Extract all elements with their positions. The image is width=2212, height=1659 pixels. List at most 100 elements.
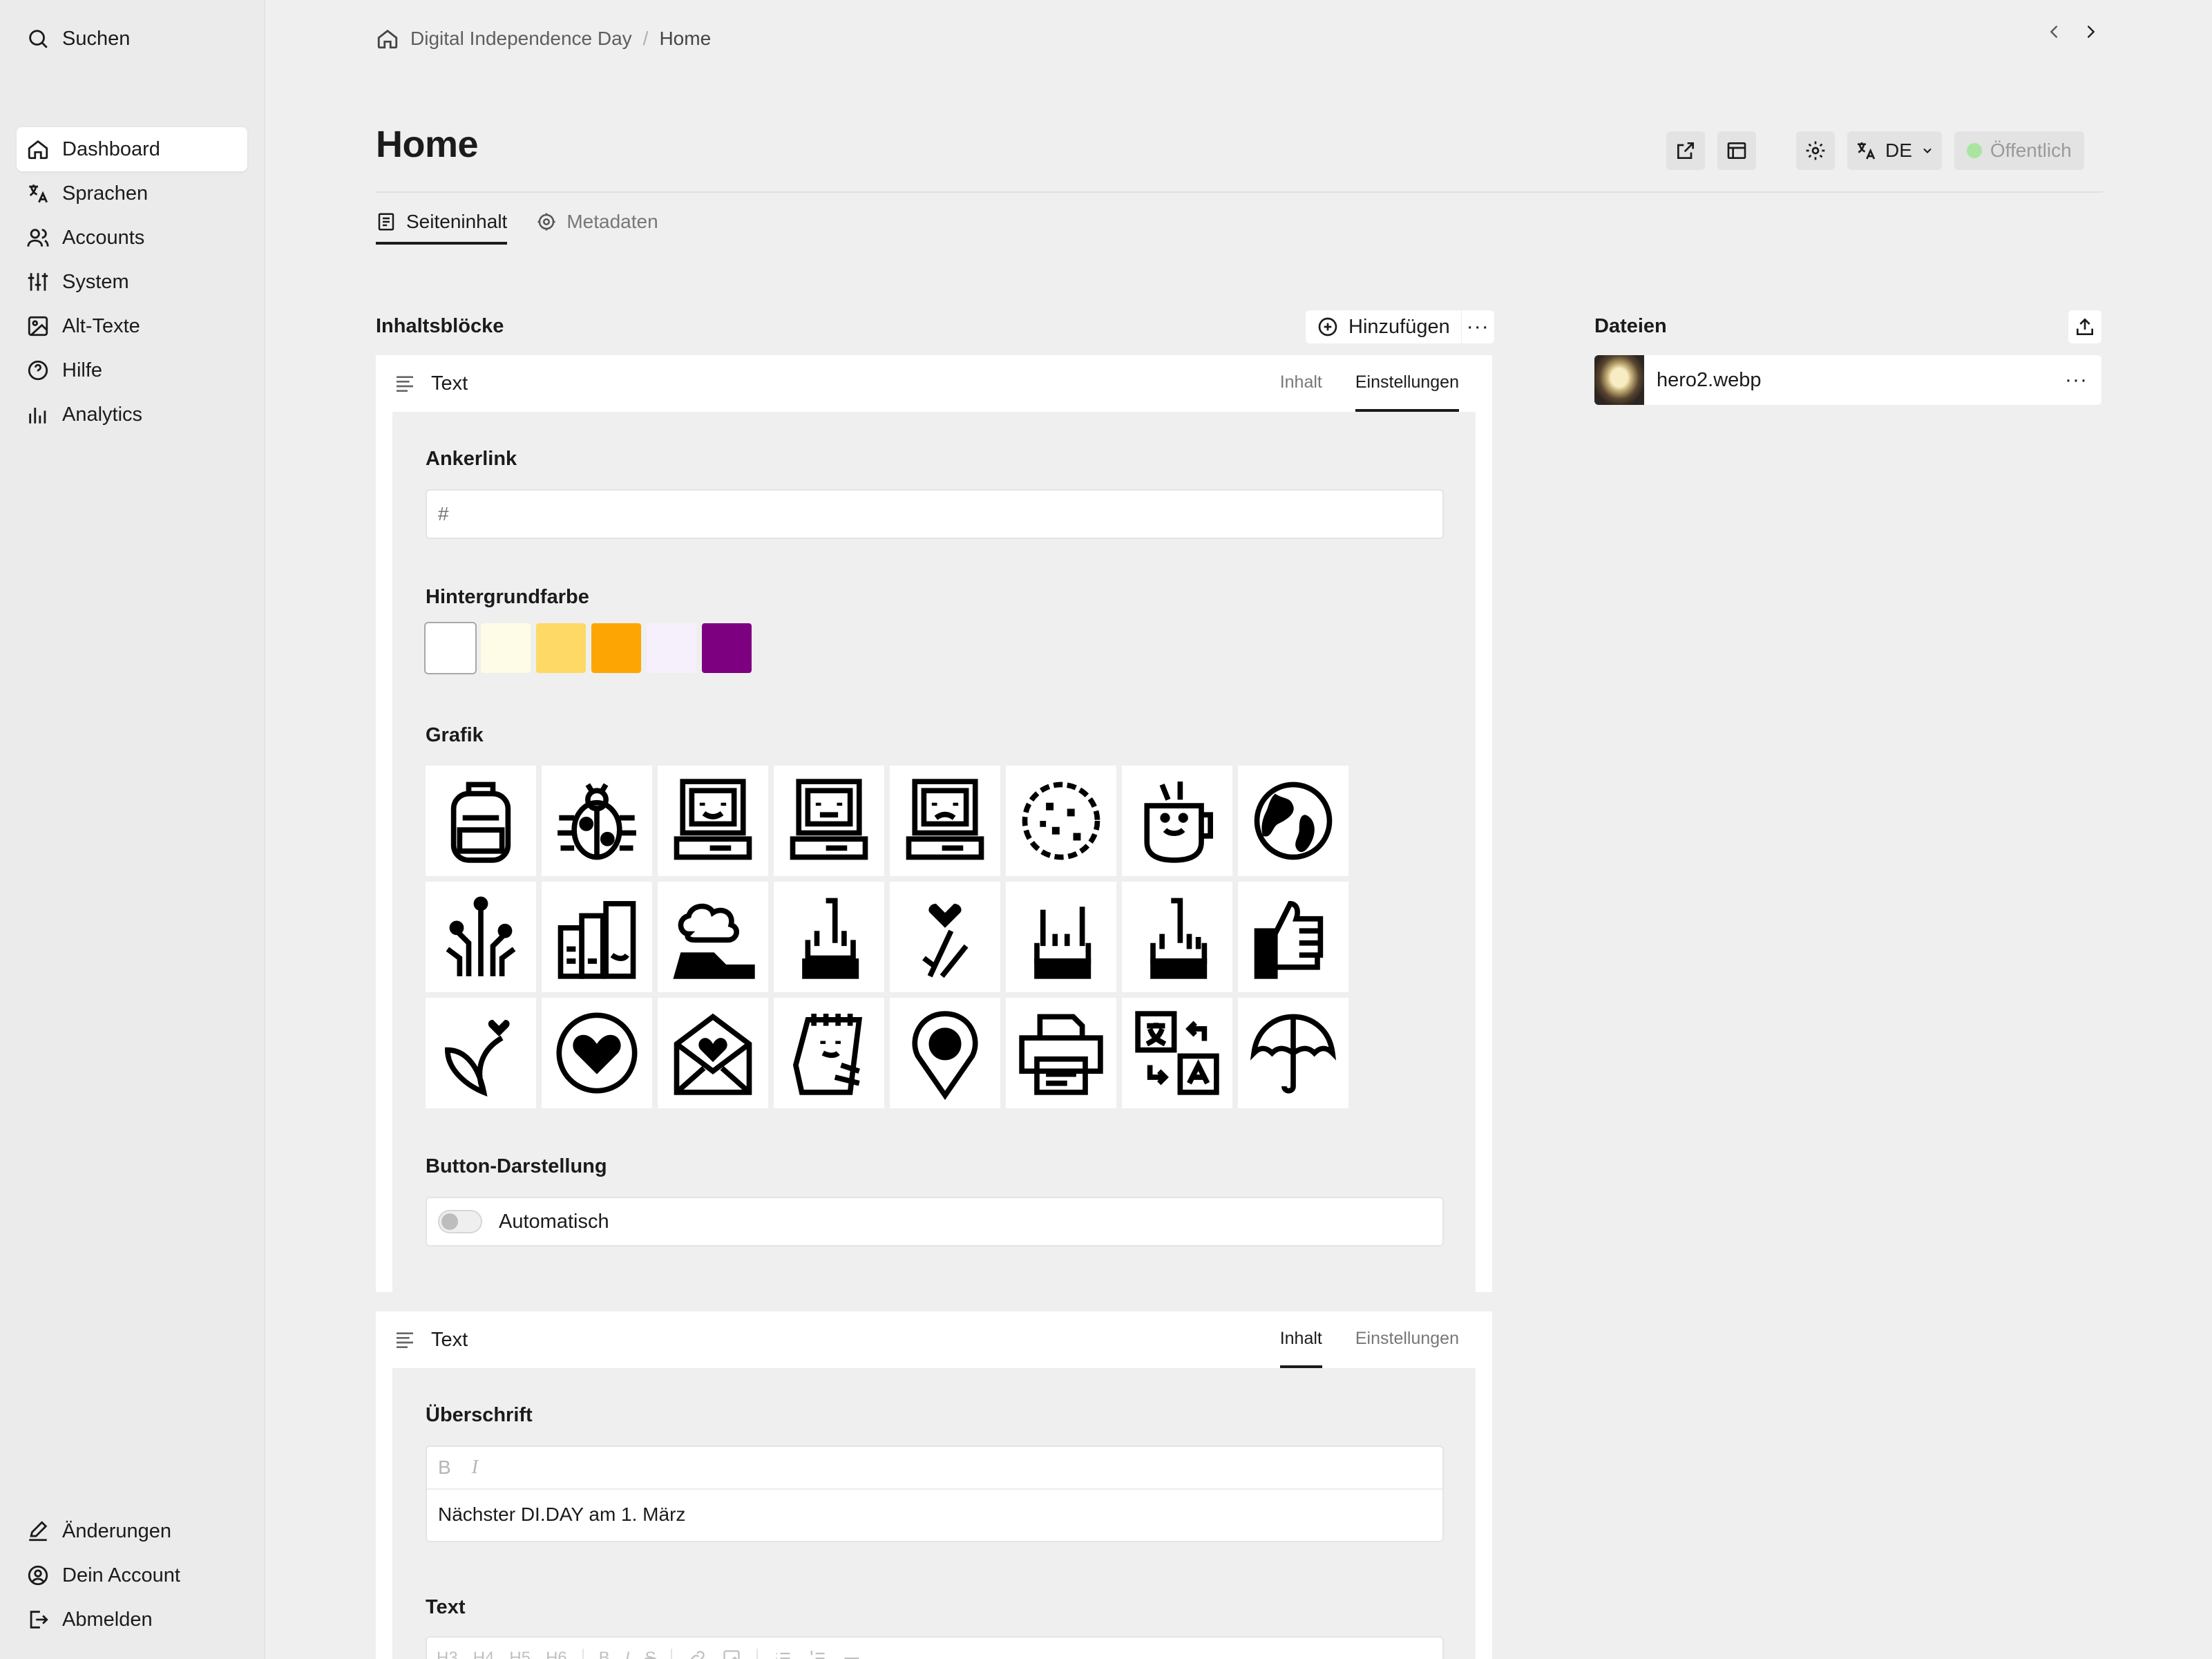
graphic-option[interactable] bbox=[426, 766, 536, 876]
graphic-option[interactable] bbox=[890, 766, 1000, 876]
tab-einstellungen[interactable]: Einstellungen bbox=[1355, 355, 1459, 412]
block-settings: Ankerlink Hintergrundfarbe Grafik bbox=[392, 412, 1476, 1292]
document-icon bbox=[376, 211, 397, 232]
file-item[interactable]: hero2.webp ··· bbox=[1594, 355, 2101, 405]
chevron-right-icon[interactable] bbox=[2081, 22, 2100, 41]
sidebar-item-dashboard[interactable]: Dashboard bbox=[17, 127, 247, 171]
sliders-icon bbox=[26, 270, 50, 294]
tab-einstellungen[interactable]: Einstellungen bbox=[1355, 1311, 1459, 1368]
heading-input[interactable]: Nächster DI.DAY am 1. März bbox=[427, 1490, 1442, 1539]
upload-file-button[interactable] bbox=[2068, 310, 2101, 343]
swatch-white[interactable] bbox=[426, 623, 475, 673]
graphic-option[interactable] bbox=[1122, 882, 1232, 992]
image-icon[interactable] bbox=[722, 1649, 741, 1659]
sidebar-item-accounts[interactable]: Accounts bbox=[17, 216, 247, 260]
h5-button[interactable]: H5 bbox=[509, 1649, 531, 1659]
bullet-list-icon[interactable] bbox=[773, 1649, 792, 1659]
graphic-option[interactable] bbox=[658, 882, 768, 992]
sidebar-item-aenderungen[interactable]: Änderungen bbox=[17, 1509, 247, 1553]
graphic-option[interactable] bbox=[1006, 766, 1116, 876]
graphic-option[interactable] bbox=[542, 882, 652, 992]
breadcrumb-current-page[interactable]: Home bbox=[659, 28, 711, 50]
block-type-label: Text bbox=[431, 1328, 468, 1351]
bold-button[interactable]: B bbox=[438, 1457, 451, 1479]
text-block-1: Text Inhalt Einstellungen Ankerlink Hint… bbox=[376, 355, 1492, 1292]
link-icon[interactable] bbox=[687, 1649, 707, 1659]
graphic-option[interactable] bbox=[774, 766, 884, 876]
language-dropdown[interactable]: DE bbox=[1847, 131, 1942, 170]
anchor-input[interactable] bbox=[426, 489, 1444, 539]
search-button[interactable]: Suchen bbox=[26, 22, 130, 55]
home-icon[interactable] bbox=[376, 27, 399, 50]
tab-inhalt[interactable]: Inhalt bbox=[1279, 1311, 1322, 1368]
swatch-orange[interactable] bbox=[591, 623, 641, 673]
blocks-more-button[interactable]: ··· bbox=[1460, 310, 1494, 343]
graphic-option[interactable] bbox=[658, 766, 768, 876]
user-circle-icon bbox=[26, 1564, 50, 1587]
chevron-left-icon[interactable] bbox=[2045, 22, 2064, 41]
graphic-option[interactable] bbox=[1122, 998, 1232, 1108]
settings-button[interactable] bbox=[1796, 131, 1835, 170]
graphic-option[interactable] bbox=[542, 998, 652, 1108]
graphic-option[interactable] bbox=[1238, 998, 1348, 1108]
language-value: DE bbox=[1885, 140, 1912, 161]
graphic-option[interactable] bbox=[1238, 882, 1348, 992]
heading-label: Überschrift bbox=[426, 1404, 533, 1426]
status-label: Öffentlich bbox=[1990, 140, 2072, 161]
status-button[interactable]: Öffentlich bbox=[1954, 131, 2084, 170]
sidebar-item-abmelden[interactable]: Abmelden bbox=[17, 1598, 247, 1642]
account-nav: Änderungen Dein Account Abmelden bbox=[17, 1509, 247, 1642]
graphic-option[interactable] bbox=[890, 998, 1000, 1108]
button-style-label: Button-Darstellung bbox=[426, 1155, 607, 1177]
sidebar-item-hilfe[interactable]: Hilfe bbox=[17, 348, 247, 392]
graphic-option[interactable] bbox=[774, 882, 884, 992]
horizontal-rule-icon[interactable] bbox=[842, 1649, 861, 1659]
text-align-icon[interactable] bbox=[394, 372, 416, 395]
h3-button[interactable]: H3 bbox=[437, 1649, 458, 1659]
italic-button[interactable]: I bbox=[472, 1457, 478, 1479]
graphic-option[interactable] bbox=[542, 766, 652, 876]
tab-inhalt[interactable]: Inhalt bbox=[1280, 355, 1322, 412]
graphic-option[interactable] bbox=[1006, 998, 1116, 1108]
tab-label: Seiteninhalt bbox=[406, 211, 508, 232]
background-color-label: Hintergrundfarbe bbox=[426, 586, 589, 608]
swatch-purple[interactable] bbox=[702, 623, 752, 673]
tab-metadaten[interactable]: Metadaten bbox=[536, 202, 658, 245]
button-style-toggle[interactable] bbox=[438, 1210, 482, 1233]
block-content: Überschrift B I Nächster DI.DAY am 1. Mä… bbox=[392, 1368, 1476, 1659]
bold-button[interactable]: B bbox=[599, 1649, 610, 1659]
sidebar-item-analytics[interactable]: Analytics bbox=[17, 392, 247, 437]
graphic-option[interactable] bbox=[890, 882, 1000, 992]
swatch-yellow[interactable] bbox=[536, 623, 586, 673]
h6-button[interactable]: H6 bbox=[546, 1649, 567, 1659]
numbered-list-icon[interactable] bbox=[808, 1649, 827, 1659]
sidebar-item-label: Analytics bbox=[62, 403, 143, 426]
logout-icon bbox=[26, 1608, 50, 1631]
preview-button[interactable] bbox=[1717, 131, 1756, 170]
swatch-lavender[interactable] bbox=[647, 623, 696, 673]
graphic-option[interactable] bbox=[1238, 766, 1348, 876]
sidebar-item-dein-account[interactable]: Dein Account bbox=[17, 1553, 247, 1598]
add-block-button[interactable]: Hinzufügen bbox=[1306, 310, 1461, 343]
italic-button[interactable]: I bbox=[625, 1649, 630, 1659]
sidebar-item-system[interactable]: System bbox=[17, 260, 247, 304]
sidebar-item-alt-texte[interactable]: Alt-Texte bbox=[17, 304, 247, 348]
graphic-option[interactable] bbox=[1006, 882, 1116, 992]
h4-button[interactable]: H4 bbox=[473, 1649, 495, 1659]
file-more-button[interactable]: ··· bbox=[2065, 368, 2088, 392]
open-page-button[interactable] bbox=[1666, 131, 1705, 170]
text-align-icon[interactable] bbox=[394, 1329, 416, 1351]
text-editor: H3 H4 H5 H6 B I S bbox=[426, 1636, 1444, 1659]
breadcrumb-site-link[interactable]: Digital Independence Day bbox=[410, 28, 632, 50]
block-header: Text Inhalt Einstellungen bbox=[376, 1311, 1492, 1368]
graphic-option[interactable] bbox=[774, 998, 884, 1108]
strike-button[interactable]: S bbox=[645, 1649, 656, 1659]
graphic-option[interactable] bbox=[658, 998, 768, 1108]
blocks-section-label: Inhaltsblöcke bbox=[376, 315, 504, 337]
graphic-option[interactable] bbox=[426, 998, 536, 1108]
graphic-option[interactable] bbox=[426, 882, 536, 992]
tab-seiteninhalt[interactable]: Seiteninhalt bbox=[376, 202, 508, 245]
sidebar-item-sprachen[interactable]: Sprachen bbox=[17, 171, 247, 216]
graphic-option[interactable] bbox=[1122, 766, 1232, 876]
swatch-cream[interactable] bbox=[481, 623, 531, 673]
